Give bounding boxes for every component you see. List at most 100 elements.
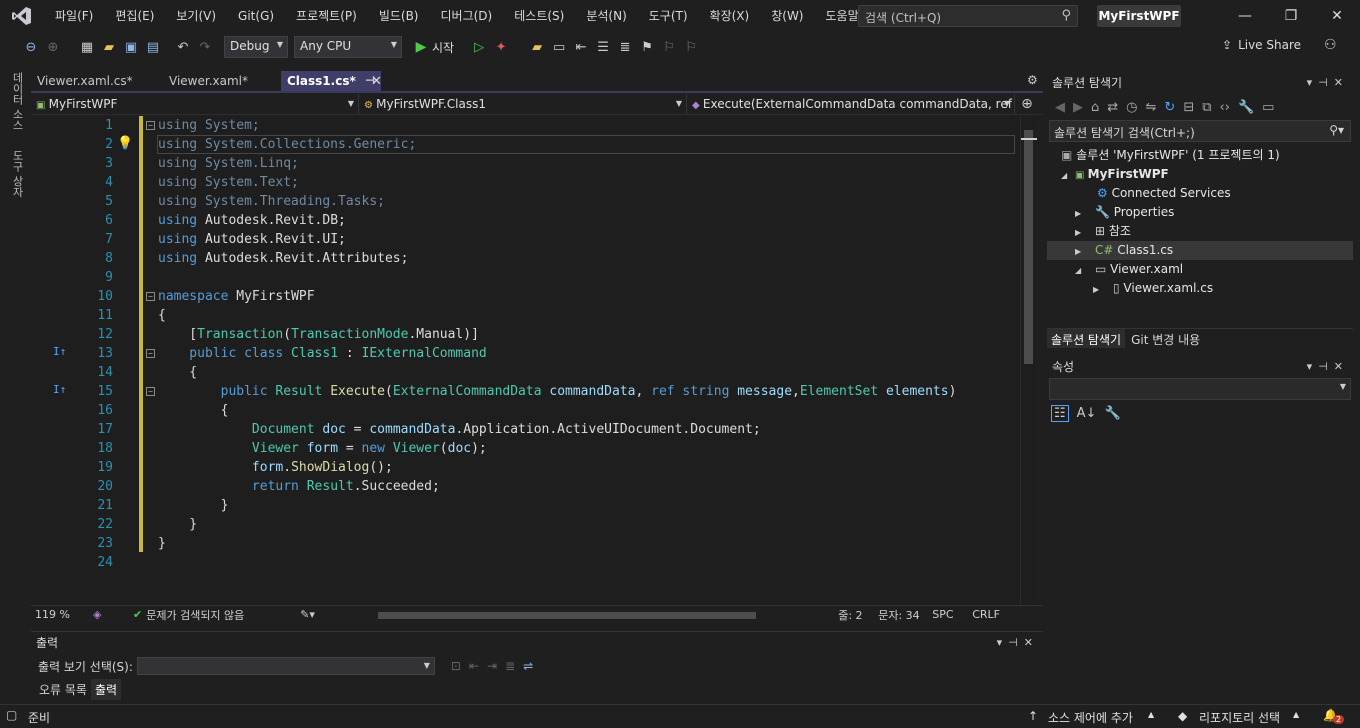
- property-pages-icon[interactable]: 🔧: [1104, 406, 1120, 421]
- tab-viewer-xaml-cs[interactable]: Viewer.xaml.cs*: [31, 71, 163, 91]
- back-icon[interactable]: ⊖: [22, 36, 40, 58]
- collapsed-icon[interactable]: ▶: [1075, 204, 1089, 223]
- start-debug-icon[interactable]: ▶: [412, 36, 430, 58]
- collapse-icon[interactable]: −: [146, 121, 155, 130]
- zoom-level[interactable]: 119 %: [31, 608, 93, 621]
- menu-debug[interactable]: 디버그(D): [430, 0, 504, 32]
- bookmark-icon[interactable]: ⚑: [638, 36, 656, 58]
- menu-view[interactable]: 보기(V): [165, 0, 227, 32]
- brush-icon[interactable]: ✎▾: [300, 608, 366, 621]
- platform-select[interactable]: Any CPU ▼: [294, 36, 402, 58]
- bookmark-next-icon[interactable]: ⚐: [682, 36, 700, 58]
- member-scope-select[interactable]: ◆ Execute(ExternalCommandData commandDat…: [687, 93, 1015, 135]
- new-project-icon[interactable]: ▦: [78, 36, 96, 58]
- panel-controls[interactable]: ▾⊣✕: [1307, 356, 1349, 378]
- tree-references[interactable]: ▶ ⊞ 참조: [1075, 222, 1131, 242]
- panel-controls[interactable]: ▾⊣✕: [997, 632, 1039, 654]
- switch-views-icon[interactable]: ⇄: [1107, 100, 1118, 115]
- properties-object-select[interactable]: ▼: [1049, 378, 1351, 400]
- properties-icon[interactable]: 🔧: [1238, 100, 1254, 115]
- editor-vertical-scrollbar[interactable]: [1020, 116, 1037, 606]
- collapse-icon[interactable]: −: [146, 387, 155, 396]
- menu-build[interactable]: 빌드(B): [368, 0, 430, 32]
- menu-file[interactable]: 파일(F): [44, 0, 104, 32]
- implements-icon[interactable]: I↑: [53, 345, 66, 358]
- show-all-icon[interactable]: ⧉: [1202, 100, 1211, 115]
- tab-viewer-xaml[interactable]: Viewer.xaml*: [163, 71, 281, 91]
- scroll-thumb[interactable]: [1024, 130, 1033, 364]
- menu-tools[interactable]: 도구(T): [638, 0, 699, 32]
- project-scope-select[interactable]: ▣ MyFirstWPF ▼: [31, 93, 359, 115]
- code-view-icon[interactable]: ‹›: [1220, 100, 1230, 115]
- forward-icon[interactable]: ⊕: [44, 36, 62, 58]
- minimize-button[interactable]: —: [1222, 0, 1268, 32]
- forward-icon[interactable]: ▶: [1073, 100, 1083, 115]
- tree-project[interactable]: ◢ ▣ MyFirstWPF: [1061, 165, 1169, 185]
- line-ending-indicator[interactable]: CRLF: [972, 608, 1012, 621]
- menu-project[interactable]: 프로젝트(P): [285, 0, 368, 32]
- live-share-button[interactable]: ⇪ Live Share: [1222, 38, 1301, 52]
- layout-icon[interactable]: ▭: [550, 36, 568, 58]
- menu-edit[interactable]: 편집(E): [104, 0, 165, 32]
- hot-reload-icon[interactable]: ✦: [492, 36, 510, 58]
- home-icon[interactable]: ⌂: [1091, 100, 1099, 115]
- refresh-icon[interactable]: ↻: [1164, 100, 1175, 115]
- indent-icon[interactable]: ☰: [594, 36, 612, 58]
- code-editor[interactable]: 💡 I↑ I↑ 1 2 3 4 5 6 7 8 9 10 11 12 13 14…: [31, 116, 1021, 606]
- select-repository[interactable]: 리포지토리 선택: [1199, 709, 1280, 726]
- tab-class1-cs[interactable]: Class1.cs* ⊣: [281, 71, 381, 91]
- implements-icon[interactable]: I↑: [53, 383, 66, 396]
- outdent-icon[interactable]: ≣: [616, 36, 634, 58]
- configuration-select[interactable]: Debug ▼: [224, 36, 288, 58]
- output-toolbar-icons[interactable]: ⊡⇤⇥≣: [451, 659, 523, 673]
- close-window-button[interactable]: ✕: [1314, 0, 1360, 32]
- collapse-all-icon[interactable]: ⊟: [1183, 100, 1194, 115]
- tree-viewer-xaml[interactable]: ◢ ▭ Viewer.xaml: [1075, 260, 1183, 280]
- tab-solution-explorer[interactable]: 솔루션 탐색기: [1047, 329, 1126, 348]
- type-scope-select[interactable]: ⚙ MyFirstWPF.Class1 ▼: [359, 93, 687, 115]
- tab-settings-icon[interactable]: ⚙: [1027, 73, 1038, 87]
- preview-icon[interactable]: ▭: [1262, 100, 1274, 115]
- pending-changes-icon[interactable]: ◷: [1126, 100, 1137, 115]
- expanded-icon[interactable]: ◢: [1061, 166, 1075, 185]
- expanded-icon[interactable]: ◢: [1075, 261, 1089, 280]
- undo-icon[interactable]: ↶: [174, 36, 192, 58]
- output-source-select[interactable]: ▼: [136, 657, 435, 675]
- column-indicator[interactable]: 문자: 34: [878, 607, 932, 623]
- editor-horizontal-scrollbar[interactable]: [366, 609, 838, 621]
- close-tab-icon[interactable]: ✕: [371, 74, 382, 89]
- restore-button[interactable]: ❐: [1268, 0, 1314, 32]
- collapse-icon[interactable]: −: [146, 349, 155, 358]
- collapse-icon[interactable]: −: [146, 292, 155, 301]
- collapsed-icon[interactable]: ▶: [1075, 223, 1089, 242]
- save-all-icon[interactable]: ▤: [144, 36, 162, 58]
- tree-viewer-xaml-cs[interactable]: ▶ ▯ Viewer.xaml.cs: [1093, 279, 1213, 299]
- open-folder-icon[interactable]: ▰: [100, 36, 118, 58]
- start-label[interactable]: 시작: [432, 39, 454, 56]
- tree-properties[interactable]: ▶ 🔧 Properties: [1075, 203, 1174, 223]
- feedback-icon[interactable]: ⚇: [1324, 37, 1337, 53]
- toolbox-tab[interactable]: 도구 상자: [9, 150, 25, 198]
- bookmark-prev-icon[interactable]: ⚐: [660, 36, 678, 58]
- scroll-thumb[interactable]: [378, 611, 757, 619]
- alphabetical-icon[interactable]: A↓: [1077, 406, 1097, 421]
- tab-error-list[interactable]: 오류 목록: [35, 679, 91, 700]
- global-search-input[interactable]: 검색 (Ctrl+Q) ⚲: [858, 5, 1078, 27]
- step-icon[interactable]: ⇤: [572, 36, 590, 58]
- menu-test[interactable]: 테스트(S): [503, 0, 575, 32]
- issues-status[interactable]: 문제가 검색되지 않음: [146, 607, 300, 623]
- tab-output[interactable]: 출력: [90, 678, 122, 700]
- word-wrap-icon[interactable]: ⇌: [523, 659, 533, 673]
- tab-git-changes[interactable]: Git 변경 내용: [1125, 329, 1206, 348]
- sync-icon[interactable]: ⇋: [1146, 100, 1157, 115]
- redo-icon[interactable]: ↷: [196, 36, 214, 58]
- collapsed-icon[interactable]: ▶: [1075, 242, 1089, 261]
- solution-folder-icon[interactable]: ▰: [528, 36, 546, 58]
- start-without-debug-icon[interactable]: ▷: [470, 36, 488, 58]
- data-sources-tab[interactable]: 데이터 소스: [9, 72, 25, 131]
- tree-solution-root[interactable]: ▣ 솔루션 'MyFirstWPF' (1 프로젝트의 1): [1061, 146, 1280, 165]
- collapsed-icon[interactable]: ▶: [1093, 280, 1107, 299]
- add-to-source-control[interactable]: 소스 제어에 추가: [1048, 709, 1133, 726]
- tree-connected-services[interactable]: ⚙ Connected Services: [1097, 184, 1231, 203]
- tree-class1-cs[interactable]: ▶ C# Class1.cs: [1075, 241, 1173, 261]
